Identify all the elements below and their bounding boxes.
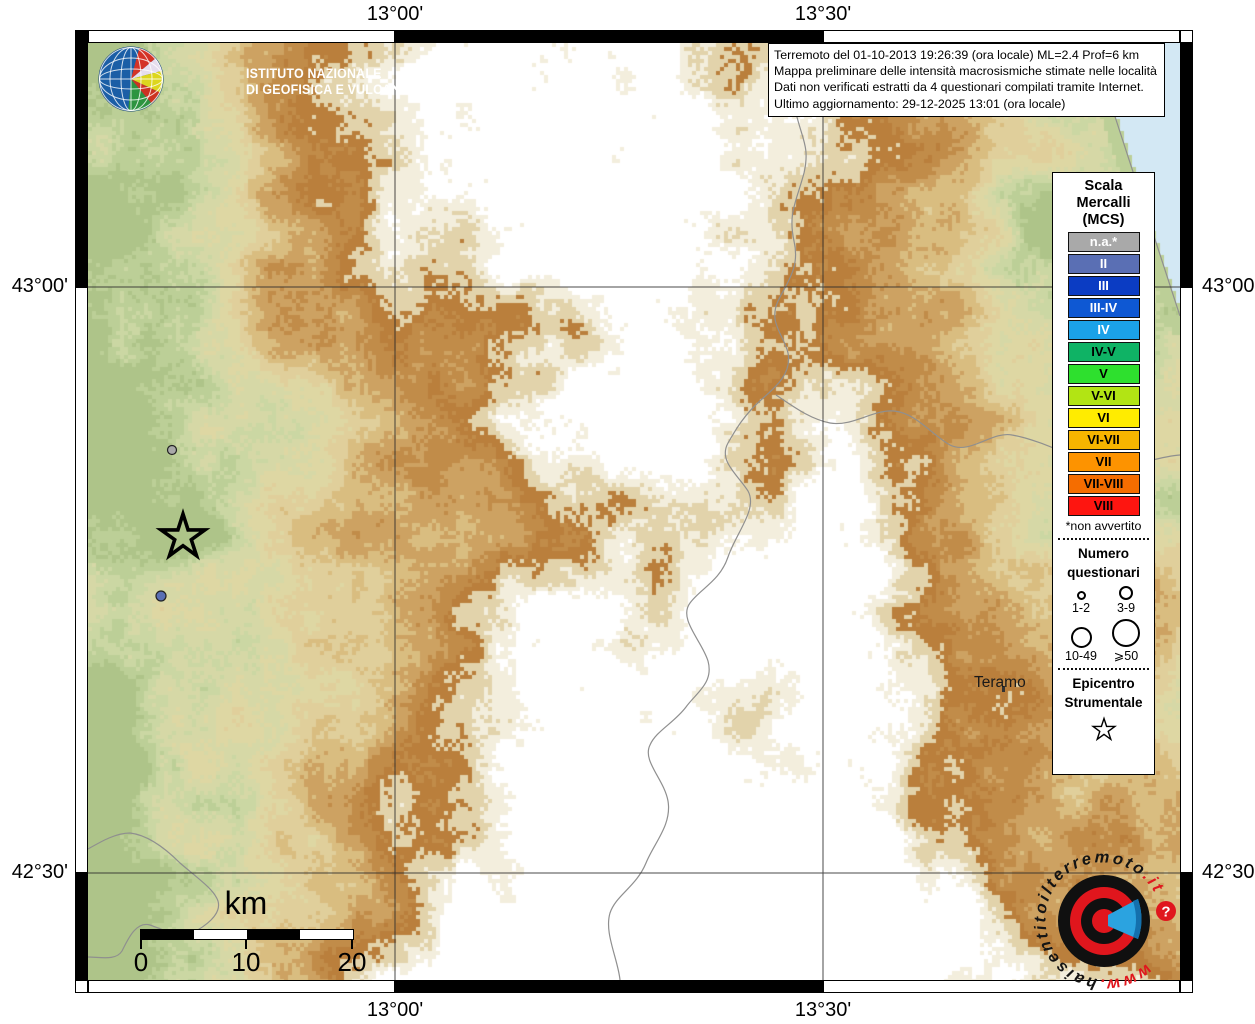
legend-title-line: Scala: [1084, 178, 1123, 194]
questionnaire-size-item: 10-49: [1059, 627, 1104, 663]
axis-label-lat-right-4300: 43°00': [1202, 275, 1255, 297]
epicenter-title: Epicentro Strumentale: [1053, 674, 1154, 712]
scale-bar-segments: [140, 929, 354, 940]
axis-label-lat-left-4300: 43°00': [11, 275, 68, 297]
legend-separator: [1058, 668, 1149, 670]
macroseismic-map-page: 13°00' 13°30' 13°00' 13°30' 43°00' 42°30…: [0, 0, 1255, 1024]
questionnaire-count-title: Numero questionari: [1053, 544, 1154, 582]
frame-seg: [75, 873, 88, 980]
circle-icon: [1119, 586, 1133, 600]
frame-seg: [395, 30, 823, 43]
intensity-swatch-II: II: [1067, 254, 1140, 274]
event-info-line: Terremoto del 01-10-2013 19:26:39 (ora l…: [774, 48, 1140, 62]
star-icon: [1090, 716, 1117, 742]
legend-title: Scala Mercalli (MCS): [1053, 178, 1154, 229]
ingv-globe-icon: [98, 46, 164, 112]
axis-label-lat-left-4230: 42°30': [11, 861, 68, 883]
questionnaire-size-item: ⩾50: [1104, 619, 1149, 663]
questionnaire-size-label: 3-9: [1116, 601, 1136, 615]
axis-label-lon-bottom-1300: 13°00': [366, 999, 424, 1021]
intensity-swatch-VIIVIII: VII-VIII: [1067, 474, 1140, 494]
frame-seg: [88, 980, 395, 993]
questionnaire-size-label: 10-49: [1065, 649, 1097, 663]
intensity-swatch-IIIIV: III-IV: [1067, 298, 1140, 318]
scale-bar-segment: [194, 930, 247, 939]
axis-label-lat-right-4230: 42°30': [1202, 861, 1255, 883]
questionnaire-size-item: 3-9: [1104, 586, 1149, 615]
axis-label-lon-bottom-1330: 13°30': [794, 999, 852, 1021]
intensity-swatch-IV: IV: [1067, 320, 1140, 340]
circle-icon: [1112, 619, 1140, 647]
epicenter-star-marker: [155, 508, 211, 561]
scale-bar-label: 20: [337, 947, 367, 977]
intensity-swatch-VVI: V-VI: [1067, 386, 1140, 406]
legend-title-line: (MCS): [1082, 212, 1125, 228]
legend-separator: [1058, 538, 1149, 540]
intensity-swatch-VIII: VIII: [1067, 496, 1140, 516]
questionnaire-size-item: 1-2: [1059, 591, 1104, 615]
legend-panel: Scala Mercalli (MCS) n.a.* II III III-IV IV I…: [1052, 172, 1155, 775]
question-mark-glyph: ?: [1161, 904, 1170, 921]
intensity-swatch-V: V: [1067, 364, 1140, 384]
city-label-teramo: Teramo: [974, 674, 1026, 691]
legend-sub-line: questionari: [1067, 565, 1140, 580]
legend-sub-line: Numero: [1077, 546, 1129, 561]
haisentitoilterremoto-logo[interactable]: www.haisentitoilterremoto.it ?: [1014, 831, 1194, 1011]
event-info-line: Mappa preliminare delle intensità macros…: [774, 64, 1157, 79]
intensity-swatch-VIVII: VI-VII: [1067, 430, 1140, 450]
questionnaire-size-label: 1-2: [1071, 601, 1091, 615]
legend-sub-line: Epicentro: [1072, 676, 1135, 691]
questionnaire-dot-marker: [155, 590, 167, 602]
legend-title-line: Mercalli: [1076, 195, 1131, 211]
epicenter-star-key: [1053, 716, 1154, 748]
circle-icon: [1076, 591, 1086, 600]
axis-label-lon-top-1330: 13°30': [794, 3, 852, 25]
intensity-swatch-IVV: IV-V: [1067, 342, 1140, 362]
frame-corner: [75, 980, 88, 993]
scale-bar-unit: km: [224, 885, 268, 921]
frame-seg: [88, 30, 395, 43]
event-info-line: Ultimo aggiornamento: 29-12-2025 13:01 (…: [774, 96, 1066, 111]
scale-bar-label: 10: [231, 947, 261, 977]
axis-label-lon-top-1300: 13°00': [366, 3, 424, 25]
frame-corner: [75, 30, 88, 43]
ingv-logo-text: ISTITUTO NAZIONALE DI GEOFISICA E VULCAN…: [246, 66, 451, 97]
frame-seg: [75, 43, 88, 287]
legend-sub-line: Strumentale: [1064, 695, 1143, 710]
intensity-scale-list: n.a.* II III III-IV IV IV-V V V-VI VI VI-VII VII VI…: [1053, 232, 1154, 516]
intensity-swatch-III: III: [1067, 276, 1140, 296]
scale-bar-segment: [300, 930, 353, 939]
ingv-logo: ISTITUTO NAZIONALE DI GEOFISICA E VULCAN…: [98, 46, 518, 116]
scale-bar-label: 0: [133, 947, 149, 977]
intensity-swatch-VI: VI: [1067, 408, 1140, 428]
questionnaire-dot-marker: [166, 444, 178, 456]
frame-seg: [75, 287, 88, 873]
event-info-box: Terremoto del 01-10-2013 19:26:39 (ora l…: [768, 43, 1165, 117]
scale-bar-segment: [141, 930, 194, 939]
questionnaire-size-key: 1-2 3-9 10-49 ⩾50: [1053, 586, 1154, 663]
intensity-swatch-na: n.a.*: [1067, 232, 1140, 252]
frame-seg: [1180, 287, 1193, 873]
circle-icon: [1070, 627, 1092, 648]
event-info-line: Dati non verificati estratti da 4 questi…: [774, 80, 1144, 95]
frame-seg: [395, 980, 823, 993]
legend-footnote: *non avvertito: [1065, 519, 1142, 533]
intensity-swatch-VII: VII: [1067, 452, 1140, 472]
questionnaire-size-label: ⩾50: [1113, 649, 1139, 663]
seismic-markers: [155, 444, 211, 602]
frame-corner: [1180, 30, 1193, 43]
frame-seg: [1180, 43, 1193, 287]
frame-seg: [823, 30, 1180, 43]
scale-bar-segment: [247, 930, 300, 939]
scale-bar: km 0 10 20: [134, 885, 367, 980]
